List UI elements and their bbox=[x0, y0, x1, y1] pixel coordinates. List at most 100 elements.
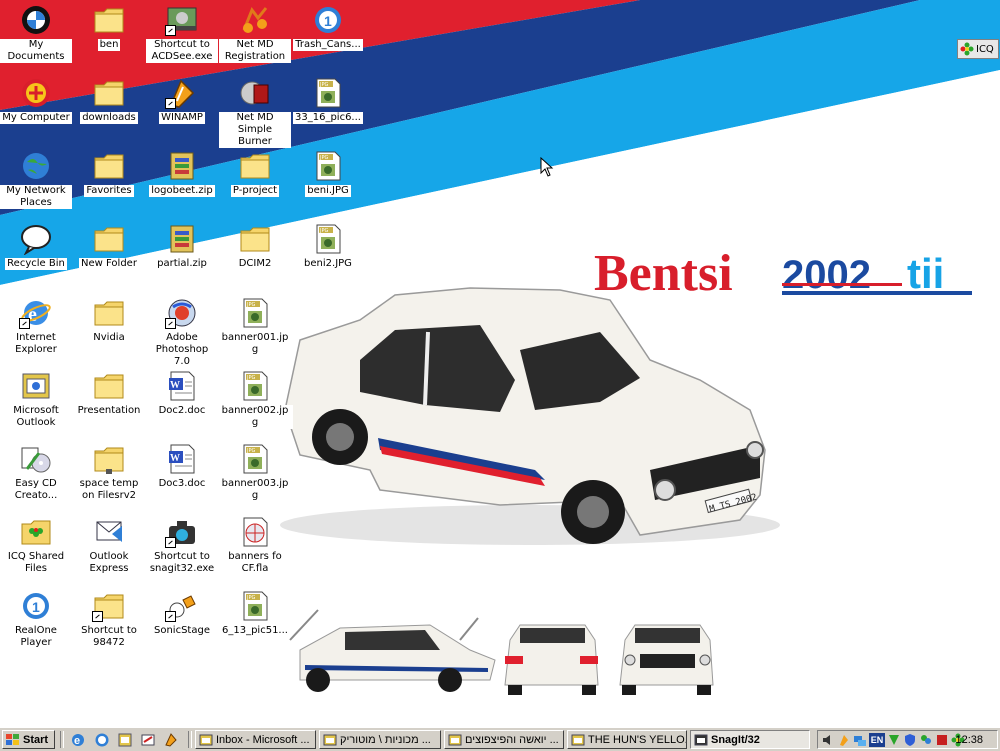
outlook-express-icon bbox=[92, 516, 126, 548]
shortcut-arrow-icon bbox=[165, 98, 176, 109]
desktop-icon[interactable]: P-project bbox=[219, 148, 291, 218]
desktop-icon[interactable]: ben bbox=[73, 2, 145, 72]
desktop-icon[interactable]: JPG beni2.JPG bbox=[292, 221, 364, 291]
desktop-icon[interactable]: JPG banner003.jpg bbox=[217, 441, 293, 511]
folder-icon bbox=[92, 77, 126, 109]
desktop-icon[interactable]: Easy CD Creato... bbox=[0, 441, 72, 511]
shield-tray-icon[interactable] bbox=[903, 733, 917, 747]
show-desktop-quicklaunch-icon[interactable] bbox=[140, 732, 156, 748]
desktop-icon[interactable]: My Computer bbox=[0, 75, 72, 145]
desktop-icon[interactable]: JPG banner001.jpg bbox=[217, 295, 293, 365]
desktop-icon[interactable]: Presentation bbox=[73, 368, 145, 438]
winamp-quicklaunch-icon[interactable] bbox=[163, 732, 179, 748]
taskbar-task-button[interactable]: SnagIt/32 bbox=[690, 730, 810, 749]
desktop-icon[interactable]: space temp on Filesrv2 bbox=[73, 441, 145, 511]
mouse-cursor-icon bbox=[540, 157, 554, 177]
desktop-icon[interactable]: New Folder bbox=[73, 221, 145, 291]
desktop-icon[interactable]: 1 Trash_Cans... bbox=[292, 2, 364, 72]
taskbar-task-button[interactable]: Inbox - Microsoft ... bbox=[195, 730, 316, 749]
word-doc-icon: W bbox=[165, 443, 199, 475]
desktop-icon[interactable]: Net MD Registration bbox=[219, 2, 291, 72]
taskbar-separator bbox=[188, 731, 192, 748]
desktop-icon[interactable]: W Doc2.doc bbox=[146, 368, 218, 438]
taskbar: Start e Inbox - Microsoft ... מכוניות \ מ… bbox=[0, 727, 1000, 751]
desktop-icon[interactable]: JPG beni.JPG bbox=[292, 148, 364, 218]
desktop-icon-label: My Documents bbox=[0, 39, 72, 63]
desktop-icon-label: Microsoft Outlook bbox=[0, 405, 72, 429]
shortcut-arrow-icon bbox=[92, 611, 103, 622]
desktop-icon-label: WINAMP bbox=[159, 112, 205, 124]
logo-text-bentsi: Bentsi bbox=[594, 245, 733, 298]
desktop-icon[interactable]: Outlook Express bbox=[73, 514, 145, 584]
easy-cd-icon bbox=[19, 443, 53, 475]
shortcut-arrow-icon bbox=[165, 25, 176, 36]
desktop-icon[interactable]: e Internet Explorer bbox=[0, 295, 72, 365]
ie-quicklaunch-icon[interactable]: e bbox=[70, 732, 86, 748]
snagit-icon bbox=[694, 733, 708, 747]
bentsi-2002-logo: Bentsi 2002 tii bbox=[594, 245, 972, 298]
msn-tray-icon[interactable] bbox=[919, 733, 933, 747]
desktop-icon-label: banner002.jpg bbox=[217, 405, 293, 429]
volume-icon[interactable] bbox=[821, 733, 835, 747]
red-tray-icon[interactable] bbox=[935, 733, 949, 747]
system-tray: EN 12:38 bbox=[817, 730, 998, 749]
logo-text-tii: tii bbox=[907, 250, 944, 297]
winamp-tray-icon[interactable] bbox=[837, 733, 851, 747]
desktop-icon[interactable]: Nvidia bbox=[73, 295, 145, 365]
network-tray-icon[interactable] bbox=[853, 733, 867, 747]
desktop-icon[interactable]: Net MD Simple Burner bbox=[219, 75, 291, 148]
icq-floating-button[interactable]: ICQ bbox=[957, 39, 999, 59]
svg-text:JPG: JPG bbox=[246, 595, 255, 601]
desktop-icon-label: Adobe Photoshop 7.0 bbox=[146, 332, 218, 368]
word-doc-icon: W bbox=[165, 370, 199, 402]
outlook-icon bbox=[19, 370, 53, 402]
desktop-icon[interactable]: My Documents bbox=[0, 2, 72, 72]
antivirus-tray-icon[interactable] bbox=[887, 733, 901, 747]
desktop-icon[interactable]: Microsoft Outlook bbox=[0, 368, 72, 438]
desktop-icon[interactable]: WINAMP bbox=[146, 75, 218, 145]
desktop-icon[interactable]: partial.zip bbox=[146, 221, 218, 291]
desktop-icon[interactable]: Shortcut to ACDSee.exe bbox=[146, 2, 218, 72]
winamp-icon bbox=[165, 77, 199, 109]
folder-icon bbox=[238, 150, 272, 182]
start-button[interactable]: Start bbox=[2, 730, 55, 749]
svg-text:JPG: JPG bbox=[246, 375, 255, 381]
desktop-icon[interactable]: ICQ Shared Files bbox=[0, 514, 72, 584]
desktop-icon-label: Favorites bbox=[84, 185, 134, 197]
outlook-icon bbox=[199, 733, 213, 747]
desktop-icon[interactable]: logobeet.zip bbox=[146, 148, 218, 218]
desktop-icon[interactable]: Adobe Photoshop 7.0 bbox=[146, 295, 218, 368]
desktop-icon[interactable]: Shortcut to 98472 bbox=[73, 588, 145, 658]
outlook-quicklaunch-icon[interactable] bbox=[117, 732, 133, 748]
taskbar-task-button[interactable]: מכוניות \ מוטוריק ... bbox=[319, 730, 441, 749]
desktop-icon[interactable]: 1 RealOne Player bbox=[0, 588, 72, 658]
desktop-icon[interactable]: Shortcut to snagit32.exe bbox=[146, 514, 218, 584]
language-indicator[interactable]: EN bbox=[869, 732, 885, 747]
jpg-file-icon: JPG bbox=[238, 590, 272, 622]
desktop-icon-label: Shortcut to ACDSee.exe bbox=[146, 39, 218, 63]
taskbar-task-label: SnagIt/32 bbox=[711, 733, 760, 746]
jpg-file-icon: JPG bbox=[311, 150, 345, 182]
desktop-icon-label: Internet Explorer bbox=[0, 332, 72, 356]
svg-text:W: W bbox=[170, 380, 180, 391]
desktop-icon[interactable]: downloads bbox=[73, 75, 145, 145]
desktop-icon[interactable]: banners fo CF.fla bbox=[219, 514, 291, 584]
desktop-icon[interactable]: Recycle Bin bbox=[0, 221, 72, 291]
desktop-icon-label: Recycle Bin bbox=[5, 258, 67, 270]
desktop-icon[interactable]: JPG 6_13_pic51... bbox=[219, 588, 291, 658]
desktop-icon[interactable]: W Doc3.doc bbox=[146, 441, 218, 511]
taskbar-task-button[interactable]: יואשה והפיצפוצים ... bbox=[444, 730, 564, 749]
desktop-icon[interactable]: DCIM2 bbox=[219, 221, 291, 291]
folder-icon bbox=[92, 370, 126, 402]
desktop-icon[interactable]: My Network Places bbox=[0, 148, 72, 218]
recycle-bin-icon bbox=[19, 223, 53, 255]
desktop-icon[interactable]: SonicStage bbox=[146, 588, 218, 658]
desktop-icon[interactable]: Favorites bbox=[73, 148, 145, 218]
desktop-icon[interactable]: JPG banner002.jpg bbox=[217, 368, 293, 438]
clock[interactable]: 12:38 bbox=[955, 734, 983, 746]
folder-icon bbox=[238, 223, 272, 255]
jpg-file-icon: JPG bbox=[311, 77, 345, 109]
desktop-icon[interactable]: JPG 33_16_pic6... bbox=[292, 75, 364, 145]
realone-quicklaunch-icon[interactable] bbox=[94, 732, 110, 748]
taskbar-task-button[interactable]: THE HUN'S YELLO... bbox=[567, 730, 687, 749]
